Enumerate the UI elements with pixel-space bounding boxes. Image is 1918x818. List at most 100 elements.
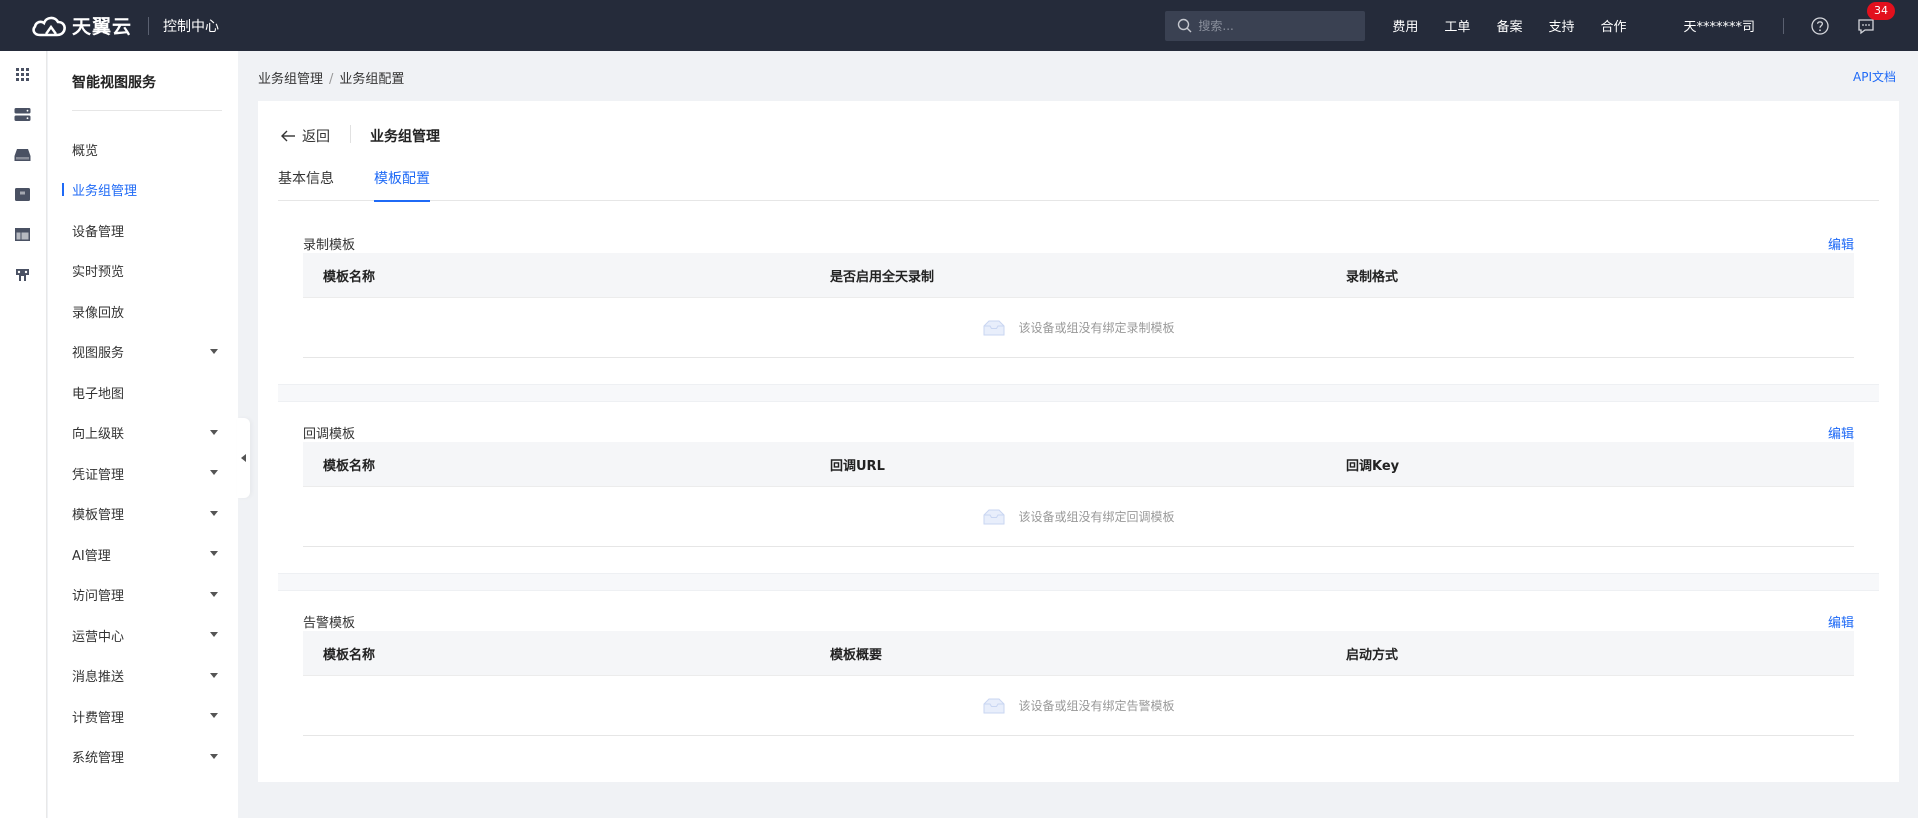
sidebar-item-templates[interactable]: 模板管理	[48, 496, 238, 532]
table-header: 模板名称 是否启用全天录制 录制格式	[303, 253, 1854, 298]
console-link[interactable]: 控制中心	[163, 16, 219, 36]
column-header: 回调URL	[830, 458, 885, 474]
back-button[interactable]: 返回	[280, 126, 330, 146]
column-header: 模板名称	[323, 269, 376, 285]
storage-icon[interactable]	[13, 145, 32, 164]
sidebar-item-label: 录像回放	[72, 305, 125, 321]
tab-template-config[interactable]: 模板配置	[374, 155, 430, 202]
brand-name: 天翼云	[72, 16, 133, 38]
sidebar-item-cascade[interactable]: 向上级联	[48, 415, 238, 451]
sidebar-item-label: 系统管理	[72, 751, 125, 766]
section-title: 告警模板	[303, 616, 356, 631]
sidebar-item-label: 概览	[72, 143, 99, 159]
service-sidebar: 智能视图服务 概览业务组管理设备管理实时预览录像回放视图服务电子地图向上级联凭证…	[48, 51, 238, 818]
sidebar-item-label: 设备管理	[72, 224, 125, 240]
table-body: 该设备或组没有绑定录制模板	[303, 298, 1854, 358]
database-icon[interactable]	[13, 185, 32, 204]
breadcrumb-item-group-management[interactable]: 业务组管理	[258, 72, 323, 87]
tab-bar: 基本信息 模板配置	[278, 155, 1879, 202]
brand-logo[interactable]: 天翼云	[30, 12, 132, 39]
layout-icon[interactable]	[13, 225, 32, 244]
top-link-support[interactable]: 支持	[1548, 16, 1574, 35]
sidebar-item-push[interactable]: 消息推送	[48, 658, 238, 694]
column-header: 模板名称	[323, 647, 376, 663]
sidebar-item-live-preview[interactable]: 实时预览	[48, 253, 238, 289]
edit-button[interactable]: 编辑	[1828, 423, 1854, 442]
top-link-filing[interactable]: 备案	[1496, 16, 1522, 35]
table-body: 该设备或组没有绑定回调模板	[303, 487, 1854, 547]
sidebar-divider	[72, 110, 222, 111]
empty-text: 该设备或组没有绑定回调模板	[1018, 510, 1175, 524]
chevron-down-icon	[210, 348, 218, 354]
sidebar-item-credentials[interactable]: 凭证管理	[48, 455, 238, 491]
empty-box-icon	[983, 698, 1005, 713]
breadcrumb-separator: /	[329, 72, 334, 87]
template-table: 模板名称 回调URL 回调Key 该设备或组没有绑定回调模板	[303, 442, 1854, 547]
chevron-down-icon	[210, 470, 218, 475]
table-header: 模板名称 回调URL 回调Key	[303, 442, 1854, 487]
top-link-ticket[interactable]: 工单	[1444, 16, 1470, 35]
sidebar-item-device-management[interactable]: 设备管理	[48, 212, 238, 248]
callback-template-section: 回调模板 编辑 模板名称 回调URL 回调Key 该设备或组没有绑定回调模板	[303, 423, 1854, 553]
sidebar-item-label: 消息推送	[72, 670, 125, 685]
sidebar-title: 智能视图服务	[72, 75, 156, 91]
product-icon-rail	[0, 51, 47, 818]
search-box[interactable]	[1165, 10, 1366, 41]
column-header: 回调Key	[1346, 458, 1400, 474]
top-right-area: 费用 工单 备案 支持 合作 天*******司 34	[1165, 0, 1918, 51]
breadcrumb: 业务组管理 / 业务组配置	[258, 68, 404, 87]
empty-text: 该设备或组没有绑定录制模板	[1018, 321, 1175, 335]
empty-state: 该设备或组没有绑定录制模板	[982, 319, 1175, 337]
server-icon[interactable]	[13, 105, 32, 124]
chevron-down-icon	[210, 510, 218, 516]
sidebar-item-label: 向上级联	[72, 427, 125, 442]
sidebar-item-system[interactable]: 系统管理	[48, 739, 238, 775]
sidebar-item-access[interactable]: 访问管理	[48, 577, 238, 613]
edit-button[interactable]: 编辑	[1828, 234, 1854, 253]
message-center[interactable]: 34	[1856, 1, 1895, 36]
grid-icon[interactable]	[13, 65, 32, 84]
edit-button[interactable]: 编辑	[1828, 612, 1854, 631]
search-icon	[1178, 18, 1192, 33]
message-count-badge: 34	[1867, 1, 1895, 20]
user-account[interactable]: 天*******司	[1683, 16, 1755, 35]
title-divider	[350, 125, 351, 143]
sidebar-item-map[interactable]: 电子地图	[48, 374, 238, 410]
sidebar-item-ai[interactable]: AI管理	[48, 536, 238, 572]
table-header: 模板名称 模板概要 启动方式	[303, 631, 1854, 676]
sidebar-item-label: 计费管理	[72, 710, 125, 726]
sidebar-item-label: 电子地图	[72, 386, 125, 402]
elephant-icon[interactable]	[13, 265, 32, 284]
column-header: 启动方式	[1346, 647, 1399, 663]
arrow-left-icon	[281, 130, 295, 142]
chevron-left-icon	[241, 454, 246, 462]
sidebar-item-playback[interactable]: 录像回放	[48, 293, 238, 329]
back-label: 返回	[302, 129, 330, 145]
sidebar-item-label: 运营中心	[72, 629, 125, 645]
sidebar-item-label: 视图服务	[72, 346, 125, 361]
sidebar-item-view-service[interactable]: 视图服务	[48, 334, 238, 370]
breadcrumb-item-group-config: 业务组配置	[339, 72, 405, 87]
sidebar-item-label: 凭证管理	[72, 467, 125, 483]
top-link-billing[interactable]: 费用	[1392, 16, 1418, 35]
api-docs-link[interactable]: API文档	[1853, 68, 1896, 85]
sidebar-item-overview[interactable]: 概览	[48, 131, 238, 167]
column-header: 是否启用全天录制	[830, 269, 935, 285]
help-icon[interactable]	[1810, 16, 1830, 36]
sidebar-collapse-handle[interactable]	[237, 418, 250, 498]
tab-basic-info[interactable]: 基本信息	[278, 155, 334, 201]
section-title: 录制模板	[303, 238, 356, 253]
search-input[interactable]	[1198, 18, 1349, 33]
sidebar-item-billing[interactable]: 计费管理	[48, 698, 238, 734]
template-table: 模板名称 是否启用全天录制 录制格式该设备或组没有绑定录制模板	[303, 253, 1854, 358]
template-table: 模板名称 模板概要 启动方式 该设备或组没有绑定告警模板	[303, 631, 1854, 736]
recording-template-section: 录制模板 编辑模板名称 是否启用全天录制 录制格式该设备或组没有绑定录制模板	[303, 234, 1854, 364]
sidebar-item-label: 访问管理	[72, 589, 125, 604]
sidebar-item-operations[interactable]: 运营中心	[48, 617, 238, 653]
sidebar-item-label: AI管理	[72, 548, 111, 564]
empty-state: 该设备或组没有绑定回调模板	[982, 508, 1175, 526]
chevron-down-icon	[210, 713, 218, 718]
column-header: 录制格式	[1346, 269, 1399, 285]
sidebar-item-group-management[interactable]: 业务组管理	[48, 172, 238, 208]
top-link-partner[interactable]: 合作	[1600, 16, 1626, 35]
